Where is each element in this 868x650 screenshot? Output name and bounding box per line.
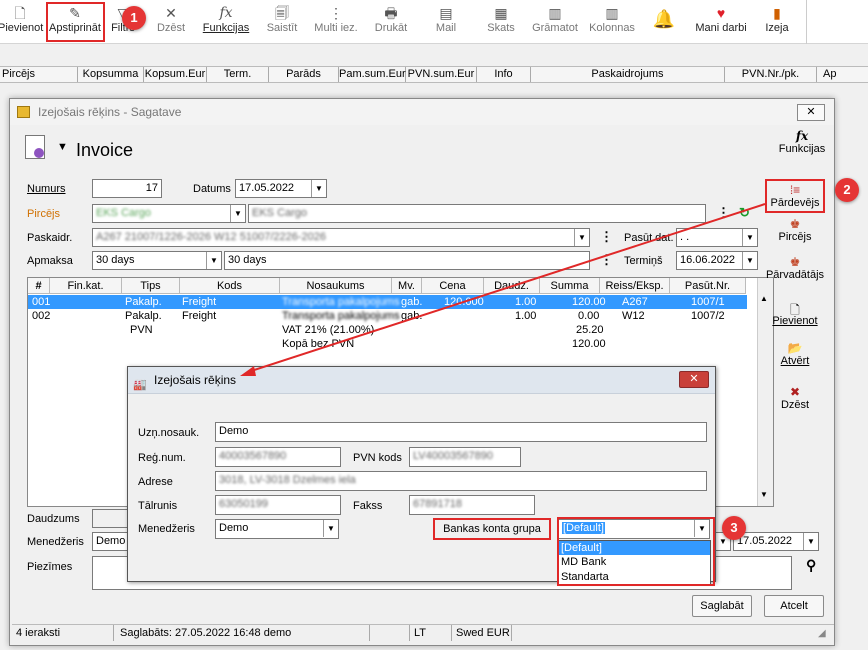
annotation-arrow — [240, 203, 766, 376]
